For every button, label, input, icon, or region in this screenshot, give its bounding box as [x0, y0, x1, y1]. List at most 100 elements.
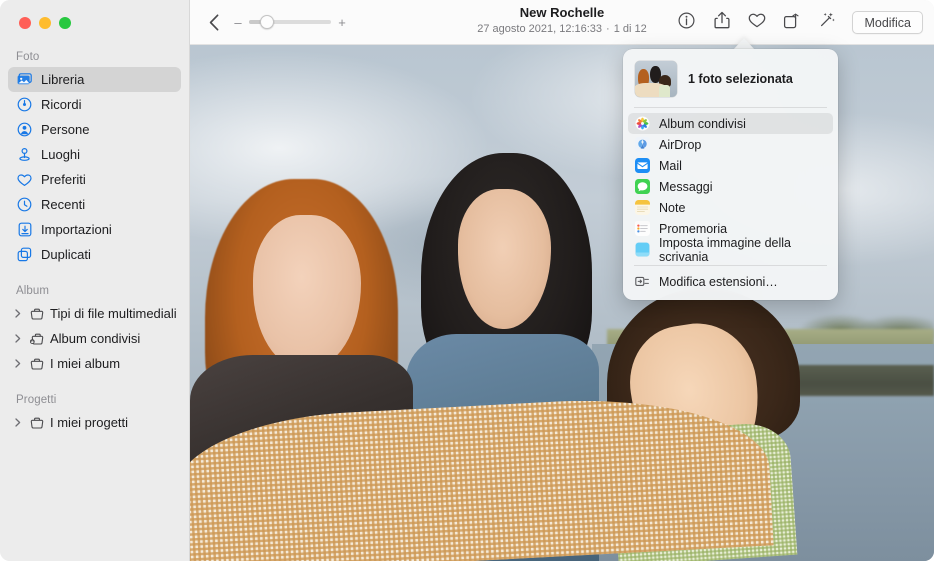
places-icon: [16, 147, 33, 163]
favorite-button[interactable]: [739, 8, 774, 38]
share-option-modifica-estensioni[interactable]: Modifica estensioni…: [628, 271, 833, 292]
sidebar-item-duplicati[interactable]: Duplicati: [8, 242, 181, 267]
maximize-button[interactable]: [59, 17, 71, 29]
popover-divider-bottom: [634, 265, 827, 266]
sidebar-item-label: Importazioni: [41, 222, 112, 237]
enhance-button[interactable]: [809, 8, 844, 38]
album-icon: [28, 306, 45, 322]
clock-icon: [16, 197, 33, 213]
share-option-label: Messaggi: [659, 180, 713, 194]
metadata-separator: ·: [606, 23, 610, 35]
sidebar-item-luoghi[interactable]: Luoghi: [8, 142, 181, 167]
notes-app-icon: [634, 200, 650, 216]
selected-photo-thumbnail: [635, 61, 677, 97]
sidebar-item-label: I miei album: [50, 356, 120, 371]
sidebar: Foto Libreria Ricordi Persone: [0, 0, 190, 561]
shared-album-icon: [28, 331, 45, 347]
rotate-button[interactable]: [774, 8, 809, 38]
sidebar-item-persone[interactable]: Persone: [8, 117, 181, 142]
sidebar-item-libreria[interactable]: Libreria: [8, 67, 181, 92]
share-option-label: Mail: [659, 159, 682, 173]
toolbar: – + New Rochelle 27 agosto 2021, 12:16:3…: [190, 0, 934, 45]
zoom-slider-thumb[interactable]: [260, 15, 274, 29]
zoom-slider-track[interactable]: [249, 20, 331, 24]
share-option-album-condivisi[interactable]: Album condivisi: [628, 113, 833, 134]
thumbnail-collar: [659, 85, 671, 97]
share-option-label: Note: [659, 201, 685, 215]
share-option-mail[interactable]: Mail: [628, 155, 833, 176]
share-popover-header: 1 foto selezionata: [623, 59, 838, 107]
desktop-picture-icon: [634, 242, 650, 258]
album-icon: [28, 356, 45, 372]
sidebar-section-album: Album Tipi di file multimediali Album co…: [0, 285, 189, 376]
share-option-label: Modifica estensioni…: [659, 275, 778, 289]
airdrop-icon: [634, 137, 650, 153]
minimize-button[interactable]: [39, 17, 51, 29]
edit-button-label: Modifica: [864, 16, 911, 30]
zoom-in-label[interactable]: +: [338, 15, 346, 30]
share-option-messaggi[interactable]: Messaggi: [628, 176, 833, 197]
sidebar-section-header-foto: Foto: [0, 51, 189, 67]
chevron-right-icon[interactable]: [12, 359, 23, 368]
album-icon: [28, 415, 45, 431]
sidebar-item-i-miei-progetti[interactable]: I miei progetti: [8, 410, 181, 435]
share-option-label: Album condivisi: [659, 117, 746, 131]
sidebar-item-label: Ricordi: [41, 97, 81, 112]
zoom-slider[interactable]: – +: [234, 15, 346, 30]
sidebar-item-label: Tipi di file multimediali: [50, 306, 177, 321]
sidebar-section-header-album: Album: [0, 285, 189, 301]
photo-counter: 1 di 12: [614, 23, 647, 35]
chevron-right-icon[interactable]: [12, 418, 23, 427]
share-button[interactable]: [704, 8, 739, 38]
messages-app-icon: [634, 179, 650, 195]
favorite-heart-icon: [748, 12, 766, 33]
sidebar-section-progetti: Progetti I miei progetti: [0, 394, 189, 435]
zoom-out-label[interactable]: –: [234, 15, 242, 30]
share-option-airdrop[interactable]: AirDrop: [628, 134, 833, 155]
rotate-icon: [783, 12, 800, 34]
memories-icon: [16, 97, 33, 113]
share-popover-header-label: 1 foto selezionata: [688, 72, 793, 86]
chevron-right-icon[interactable]: [12, 309, 23, 318]
info-button[interactable]: [669, 8, 704, 38]
sidebar-item-album-condivisi[interactable]: Album condivisi: [8, 326, 181, 351]
sidebar-item-ricordi[interactable]: Ricordi: [8, 92, 181, 117]
extensions-icon: [634, 274, 650, 290]
mail-app-icon: [634, 158, 650, 174]
duplicates-icon: [16, 247, 33, 263]
share-option-label: AirDrop: [659, 138, 701, 152]
share-option-imposta-immagine-scrivania[interactable]: Imposta immagine della scrivania: [628, 239, 833, 260]
heart-icon: [16, 172, 33, 188]
chevron-right-icon[interactable]: [12, 334, 23, 343]
sidebar-item-label: I miei progetti: [50, 415, 128, 430]
photo-date: 27 agosto 2021, 12:16:33: [477, 23, 602, 35]
sidebar-item-tipi-di-file-multimediali[interactable]: Tipi di file multimediali: [8, 301, 181, 326]
library-icon: [16, 72, 33, 88]
people-icon: [16, 122, 33, 138]
toolbar-actions: Modifica: [669, 0, 934, 45]
close-button[interactable]: [19, 17, 31, 29]
sidebar-item-label: Preferiti: [41, 172, 86, 187]
share-popover: 1 foto selezionata Album condivisi AirDr…: [623, 49, 838, 300]
sidebar-item-label: Recenti: [41, 197, 85, 212]
share-icon: [714, 11, 730, 34]
sidebar-item-label: Libreria: [41, 72, 84, 87]
sidebar-item-preferiti[interactable]: Preferiti: [8, 167, 181, 192]
back-button[interactable]: [209, 14, 220, 31]
photos-app-icon: [634, 116, 650, 132]
share-option-label: Imposta immagine della scrivania: [659, 236, 827, 264]
sidebar-section-header-progetti: Progetti: [0, 394, 189, 410]
reminders-app-icon: [634, 221, 650, 237]
sidebar-item-label: Luoghi: [41, 147, 80, 162]
sidebar-item-label: Album condivisi: [50, 331, 140, 346]
sidebar-section-foto: Foto Libreria Ricordi Persone: [0, 51, 189, 267]
edit-button[interactable]: Modifica: [852, 11, 923, 34]
popover-divider-top: [634, 107, 827, 108]
share-option-note[interactable]: Note: [628, 197, 833, 218]
sidebar-item-label: Duplicati: [41, 247, 91, 262]
enhance-icon: [818, 11, 836, 34]
sidebar-item-i-miei-album[interactable]: I miei album: [8, 351, 181, 376]
info-icon: [678, 12, 695, 34]
sidebar-item-recenti[interactable]: Recenti: [8, 192, 181, 217]
sidebar-item-importazioni[interactable]: Importazioni: [8, 217, 181, 242]
